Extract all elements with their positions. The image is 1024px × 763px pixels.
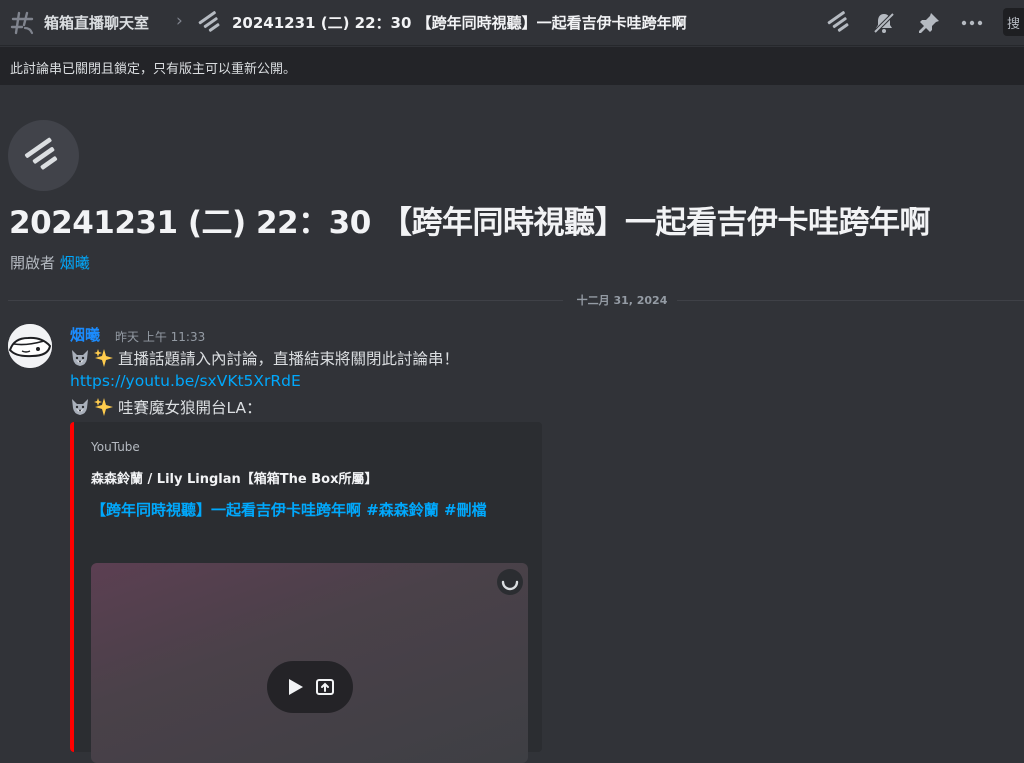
divider-line: [677, 300, 1024, 301]
threads-button[interactable]: [826, 9, 854, 37]
youtube-link[interactable]: https://youtu.be/sxVKt5XrRdE: [70, 372, 301, 390]
thread-started-by: 開啟者 烟曦: [10, 252, 90, 273]
pinned-messages-button[interactable]: [915, 9, 943, 37]
loading-spinner-icon: [501, 580, 519, 591]
threads-icon: [827, 11, 849, 32]
open-external-icon[interactable]: [314, 676, 336, 698]
embed-video-thumbnail[interactable]: [91, 563, 528, 763]
thread-title-header: 20241231 (二) 22：30 【跨年同時視聽】一起看吉伊卡哇跨年啊: [232, 14, 687, 32]
message-author[interactable]: 烟曦: [70, 324, 100, 345]
embed-author[interactable]: 森森鈴蘭 / Lily Linglan【箱箱The Box所屬】: [91, 468, 377, 487]
thread-locked-notice: 此討論串已關閉且鎖定，只有版主可以重新公開。: [0, 47, 1024, 85]
message-text: 直播話題請入內討論，直播結束將關閉此討論串！: [118, 350, 460, 368]
sparkles-emoji: [94, 398, 113, 416]
thread-header-icon: [8, 120, 79, 191]
thread-icon: [24, 137, 57, 170]
sparkles-emoji: [94, 349, 113, 367]
mute-button[interactable]: [870, 9, 898, 37]
started-by-label: 開啟者: [10, 254, 56, 272]
message-timestamp: 昨天 上午 11:33: [115, 330, 206, 344]
search-input[interactable]: 搜: [1003, 8, 1024, 36]
avatar-image: [8, 324, 52, 368]
message-line: https://youtu.be/sxVKt5XrRdE: [70, 372, 301, 390]
wolf-emoji: [72, 350, 88, 366]
message-line: 哇賽魔女狼開台LA：: [70, 396, 262, 418]
pin-icon: [919, 13, 939, 33]
thread-icon: [198, 11, 220, 32]
embed-provider[interactable]: YouTube: [91, 440, 140, 454]
message-text: 哇賽魔女狼開台LA：: [118, 399, 262, 417]
message-line: 直播話題請入內討論，直播結束將關閉此討論串！: [70, 347, 459, 369]
date-divider: 十二月 31, 2024: [576, 294, 668, 307]
video-controls: [267, 661, 353, 713]
embed-title-link[interactable]: 【跨年同時視聽】一起看吉伊卡哇跨年啊 #森森鈴蘭 #刪檔: [91, 498, 531, 522]
more-options-button[interactable]: [958, 9, 986, 37]
mute-icon: [873, 12, 895, 34]
channel-header: 箱箱直播聊天室 › 20241231 (二) 22：30 【跨年同時視聽】一起看…: [0, 0, 1024, 46]
youtube-embed: YouTube 森森鈴蘭 / Lily Linglan【箱箱The Box所屬】…: [70, 422, 542, 763]
loading-spinner: [497, 569, 523, 595]
more-icon: [961, 20, 983, 26]
wolf-emoji: [72, 399, 88, 415]
avatar[interactable]: [8, 324, 52, 368]
started-by-user-link[interactable]: 烟曦: [60, 254, 90, 272]
thread-title: 20241231 (二) 22：30 【跨年同時視聽】一起看吉伊卡哇跨年啊: [9, 205, 931, 241]
channel-name[interactable]: 箱箱直播聊天室: [44, 12, 149, 33]
hash-threads-icon: [10, 11, 34, 35]
divider-line: [8, 300, 563, 301]
play-icon[interactable]: [284, 676, 306, 698]
breadcrumb-separator: ›: [176, 11, 183, 31]
